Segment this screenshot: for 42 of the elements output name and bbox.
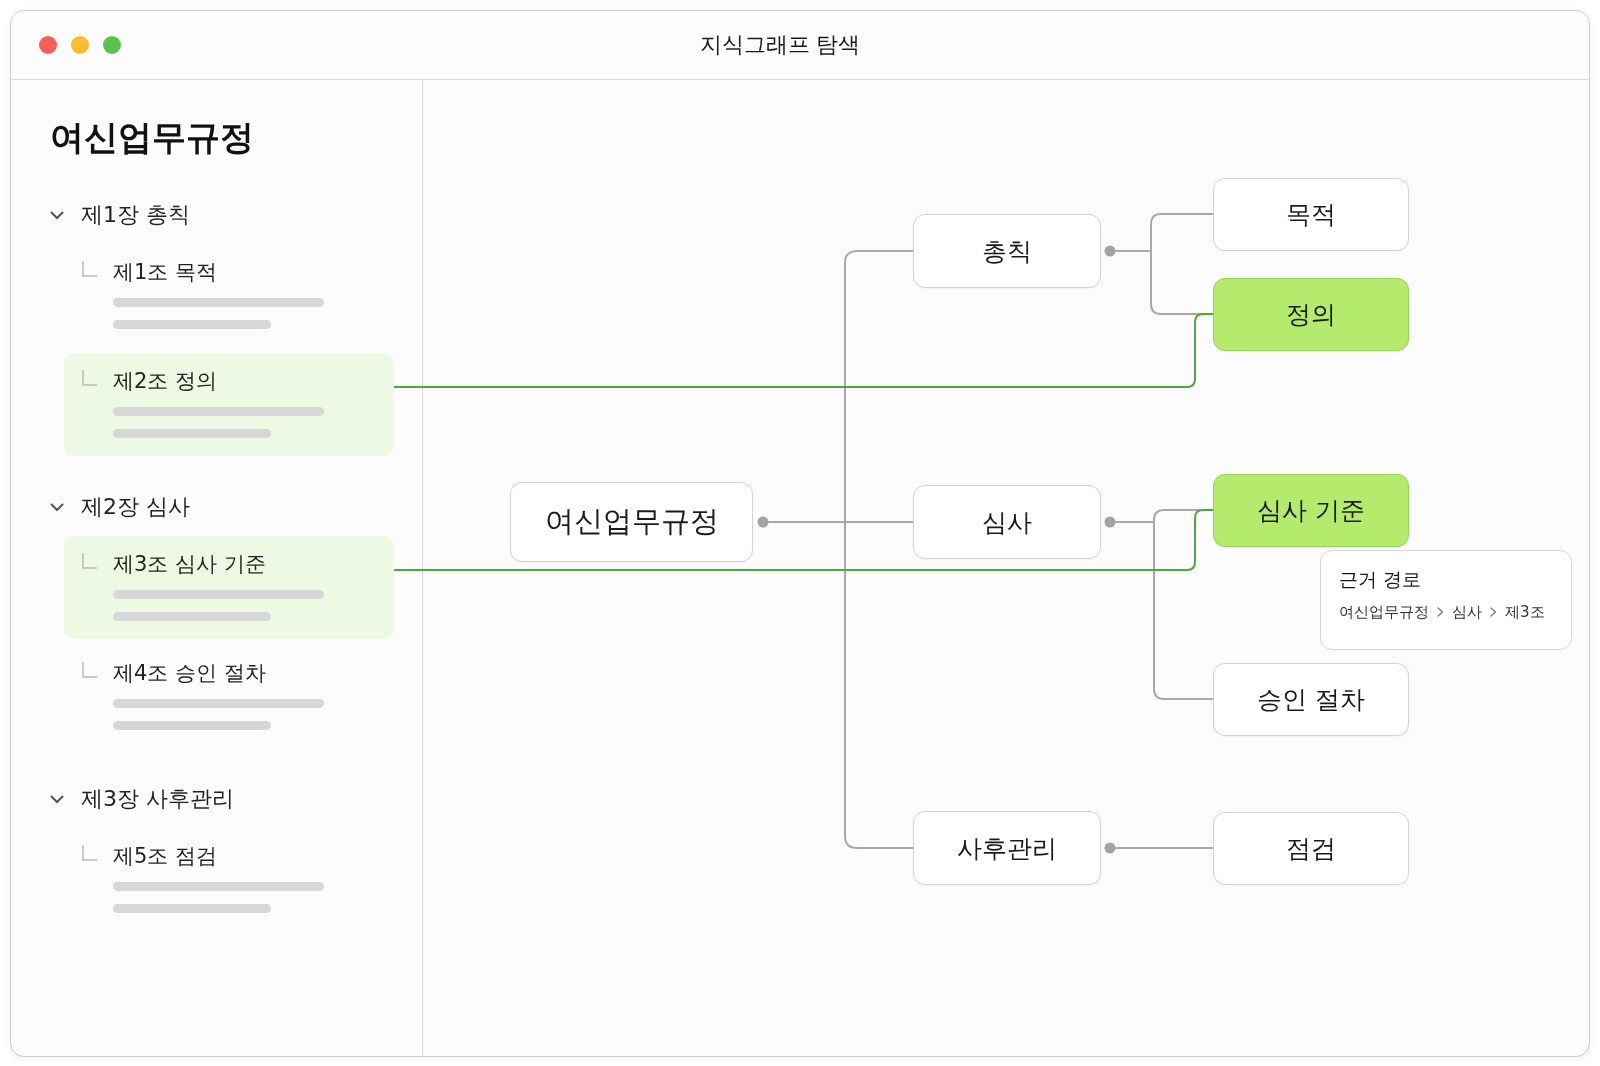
breadcrumb-item: 제3조 xyxy=(1505,602,1545,622)
article-item[interactable]: 제1조 목적 xyxy=(64,244,394,347)
graph-node[interactable]: 심사 기준 xyxy=(1213,473,1409,547)
graph-node[interactable]: 목적 xyxy=(1213,177,1409,251)
graph-node[interactable]: 점검 xyxy=(1213,811,1409,885)
article-title: 제3조 심사 기준 xyxy=(113,551,266,578)
tree-branch-icon xyxy=(82,662,97,678)
connector-dot-icon xyxy=(1104,245,1116,257)
graph-node[interactable]: 심사 xyxy=(913,485,1101,559)
chapter-toggle[interactable]: 제3장 사후관리 xyxy=(50,784,234,814)
minimize-button[interactable] xyxy=(71,36,89,54)
graph-node[interactable]: 총칙 xyxy=(913,214,1101,288)
connector-dot-icon xyxy=(1104,516,1116,528)
graph-node[interactable]: 사후관리 xyxy=(913,811,1101,885)
connector-dot-icon xyxy=(757,516,769,528)
article-title: 제2조 정의 xyxy=(113,368,218,395)
tree-branch-icon xyxy=(82,845,97,861)
tooltip-title: 근거 경로 xyxy=(1339,566,1422,592)
article-title: 제5조 점검 xyxy=(113,843,218,870)
tree-branch-icon xyxy=(82,370,97,386)
article-item[interactable]: 제3조 심사 기준 xyxy=(64,536,394,639)
breadcrumb-item: 심사 xyxy=(1452,602,1482,622)
chapter-toggle[interactable]: 제1장 총칙 xyxy=(50,200,190,230)
sidebar-title: 여신업무규정 xyxy=(50,116,254,159)
article-title: 제1조 목적 xyxy=(113,259,218,286)
chapter-toggle[interactable]: 제2장 심사 xyxy=(50,492,190,522)
connector-dot-icon xyxy=(1104,842,1116,854)
tree-branch-icon xyxy=(82,553,97,569)
graph-node[interactable]: 정의 xyxy=(1213,277,1409,351)
article-item[interactable]: 제5조 점검 xyxy=(64,828,394,931)
chevron-right-icon xyxy=(1490,607,1497,617)
graph-node[interactable]: 승인 절차 xyxy=(1213,662,1409,736)
maximize-button[interactable] xyxy=(103,36,121,54)
chevron-right-icon xyxy=(1437,607,1444,617)
breadcrumb-item: 여신업무규정 xyxy=(1339,602,1429,622)
article-title: 제4조 승인 절차 xyxy=(113,660,266,687)
tree-branch-icon xyxy=(82,261,97,277)
article-item[interactable]: 제2조 정의 xyxy=(64,353,394,456)
close-button[interactable] xyxy=(39,36,57,54)
article-item[interactable]: 제4조 승인 절차 xyxy=(64,645,394,748)
graph-node[interactable]: 여신업무규정 xyxy=(510,482,753,562)
window-title: 지식그래프 탐색 xyxy=(699,31,861,59)
